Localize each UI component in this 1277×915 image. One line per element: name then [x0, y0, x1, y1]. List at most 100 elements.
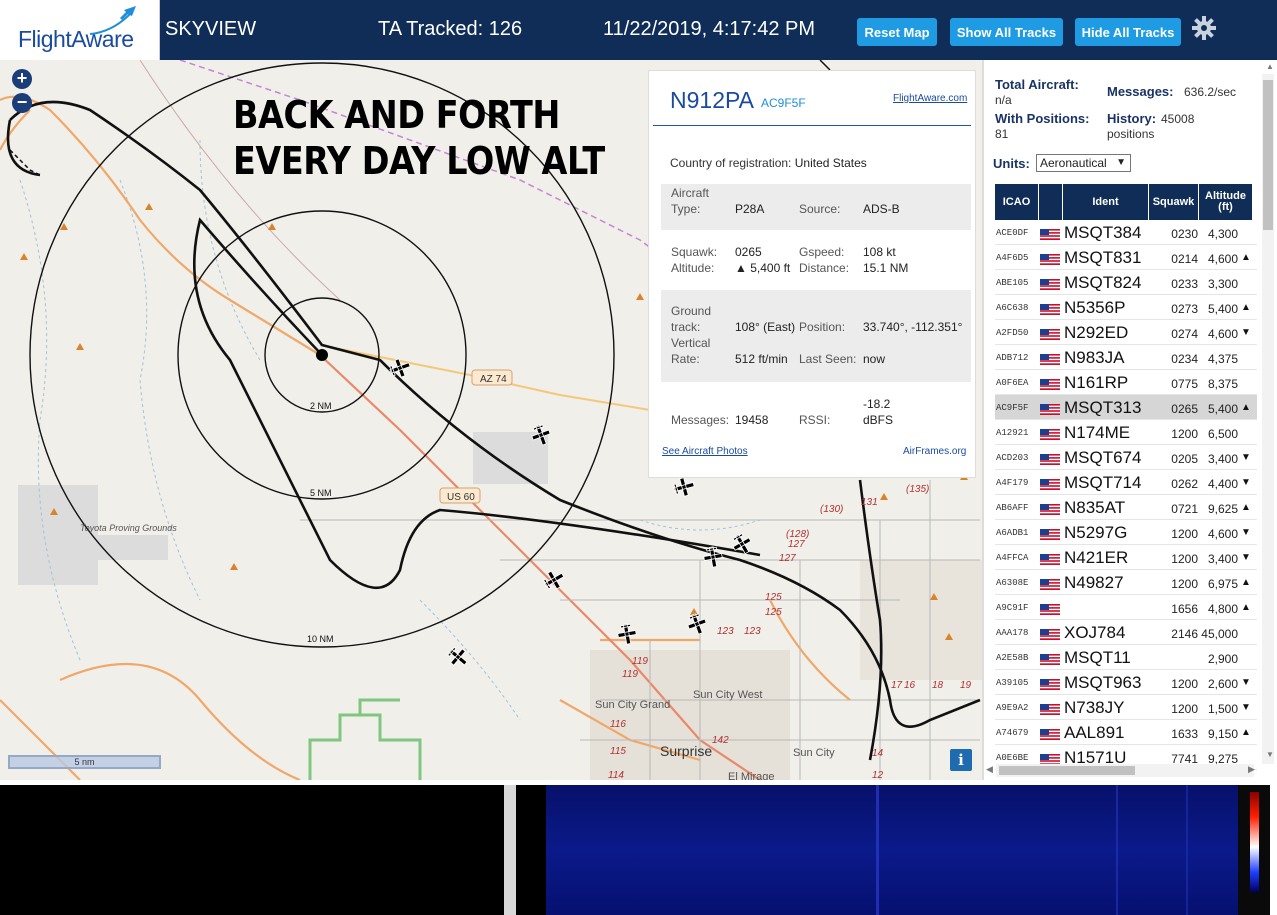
history-unit: positions	[1107, 127, 1155, 141]
units-select[interactable]: Aeronautical ▼	[1036, 154, 1131, 172]
ident-cell: N835AT	[1064, 498, 1126, 517]
ident-cell: MSQT384	[1064, 223, 1142, 242]
ident-cell: MSQT831	[1064, 248, 1142, 267]
table-row[interactable]: AB6AFF N835AT 0721 9,625 ▲	[995, 495, 1257, 520]
altitude-cell: 8,375	[1207, 377, 1238, 391]
with-positions-value: 81	[995, 127, 1009, 141]
table-row[interactable]: A2E58B MSQT11 2,900	[995, 645, 1257, 670]
col-header-altitude[interactable]: Altitude (ft)	[1199, 184, 1253, 220]
ident-cell: N161RP	[1064, 373, 1129, 392]
horizontal-scrollbar[interactable]	[996, 764, 1254, 777]
table-row[interactable]: A0F6EA N161RP 0775 8,375	[995, 370, 1257, 395]
altitude-cell: 5,400	[1207, 302, 1238, 316]
altitude-cell: 9,150	[1207, 727, 1238, 741]
table-row[interactable]: ABE105 MSQT824 0233 3,300	[995, 270, 1257, 295]
rssi-unit: dBFS	[863, 413, 894, 427]
altitude-cell: 9,625	[1207, 502, 1238, 516]
route-number: 123	[744, 626, 761, 637]
divider	[504, 785, 516, 915]
info-icon[interactable]: i	[950, 749, 972, 771]
rssi-label: RSSI:	[799, 413, 831, 427]
table-row[interactable]: A39105 MSQT963 1200 2,600 ▼	[995, 670, 1257, 695]
reset-map-button[interactable]: Reset Map	[857, 18, 937, 46]
logo-text: FlightAware	[18, 26, 134, 52]
gear-icon[interactable]	[1190, 14, 1218, 42]
altitude-cell: 3,300	[1207, 277, 1238, 291]
col-header-flag[interactable]	[1039, 184, 1063, 220]
current-datetime: 11/22/2019, 4:17:42 PM	[603, 18, 816, 40]
show-all-tracks-button[interactable]: Show All Tracks	[950, 18, 1063, 46]
table-row[interactable]: ACE0DF MSQT384 0230 4,300	[995, 220, 1257, 245]
altitude-label: Altitude:	[671, 261, 715, 275]
col-header-icao[interactable]: ICAO	[995, 184, 1039, 220]
altitude-cell: 4,400	[1207, 477, 1238, 491]
history-label: History:	[1107, 111, 1157, 126]
altitude-cell: 3,400	[1207, 552, 1238, 566]
scroll-right-icon[interactable]: ▶	[1248, 764, 1255, 775]
route-number: 19	[960, 680, 972, 691]
table-row[interactable]: A6C638 N5356P 0273 5,400 ▲	[995, 295, 1257, 320]
table-row[interactable]: A9E9A2 N738JY 1200 1,500 ▼	[995, 695, 1257, 720]
col-header-squawk[interactable]: Squawk	[1149, 184, 1199, 220]
icao-cell: A0F6EA	[996, 378, 1029, 388]
table-row[interactable]: A4F6D5 MSQT831 0214 4,600 ▲	[995, 245, 1257, 270]
source-value: ADS-B	[863, 202, 900, 216]
country-value: United States	[794, 156, 867, 170]
us-flag-icon	[1040, 302, 1060, 315]
source-label: Source:	[799, 202, 841, 216]
table-row[interactable]: A4F179 MSQT714 0262 4,400 ▼	[995, 470, 1257, 495]
vertical-scrollbar[interactable]	[1262, 74, 1274, 764]
route-number: (135)	[906, 484, 929, 495]
proving-grounds-area	[18, 485, 98, 585]
squawk-cell: 0775	[1171, 377, 1198, 391]
altitude-trend-icon: ▼	[1241, 677, 1251, 688]
altitude-cell: 2,900	[1207, 652, 1238, 666]
table-row[interactable]: A6308E N49827 1200 6,975 ▲	[995, 570, 1257, 595]
icao-cell: A39105	[996, 678, 1029, 688]
icao-cell: A74679	[996, 728, 1029, 738]
scroll-up-icon[interactable]: ▲	[1266, 62, 1274, 71]
hide-all-tracks-button[interactable]: Hide All Tracks	[1075, 18, 1181, 46]
us-flag-icon	[1040, 502, 1060, 515]
table-row[interactable]: A74679 AAL891 1633 9,150 ▲	[995, 720, 1257, 745]
table-row[interactable]: A9C91F 1656 4,800 ▲	[995, 595, 1257, 620]
us-flag-icon	[1040, 377, 1060, 390]
scroll-thumb[interactable]	[1263, 80, 1273, 230]
gspeed-value: 108 kt	[863, 245, 896, 259]
map-scale-bar: 5 nm	[8, 755, 161, 769]
aircraft-photos-link[interactable]: See Aircraft Photos	[662, 446, 748, 457]
place-label: Sun City	[793, 747, 835, 759]
table-row[interactable]: ADB712 N983JA 0234 4,375	[995, 345, 1257, 370]
total-aircraft-label: Total Aircraft:	[995, 77, 1079, 92]
zoom-in-button[interactable]: +	[12, 69, 32, 89]
table-row[interactable]: A6ADB1 N5297G 1200 4,600 ▼	[995, 520, 1257, 545]
road-label-us60: US 60	[447, 492, 475, 503]
us-flag-icon	[1040, 352, 1060, 365]
table-row[interactable]: ACD203 MSQT674 0205 3,400 ▼	[995, 445, 1257, 470]
us-flag-icon	[1040, 452, 1060, 465]
scroll-thumb[interactable]	[999, 766, 1135, 775]
altitude-trend-icon: ▲	[1241, 577, 1251, 588]
altitude-cell: 4,600	[1207, 527, 1238, 541]
altitude-cell: 3,400	[1207, 452, 1238, 466]
aircraft-type-block: Aircraft Type: P28A Source: ADS-B	[661, 184, 971, 230]
table-row[interactable]: A2FD50 N292ED 0274 4,600 ▼	[995, 320, 1257, 345]
table-row[interactable]: A12921 N174ME 1200 6,500	[995, 420, 1257, 445]
altitude-cell: 4,800	[1207, 602, 1238, 616]
col-header-ident[interactable]: Ident	[1063, 184, 1149, 220]
track-block: Ground track: 108° (East) Position: 33.7…	[661, 290, 971, 382]
icao-cell: ACD203	[996, 453, 1029, 463]
scroll-left-icon[interactable]: ◀	[986, 764, 993, 775]
last-seen-label: Last Seen:	[799, 352, 857, 366]
table-row[interactable]: AAA178 XOJ784 2146 45,000	[995, 620, 1257, 645]
zoom-out-button[interactable]: −	[12, 93, 32, 113]
flightaware-link[interactable]: FlightAware.com	[893, 93, 967, 104]
flightaware-logo[interactable]: FlightAware	[0, 0, 160, 60]
scroll-down-icon[interactable]: ▼	[1266, 750, 1274, 759]
altitude-cell: 4,600	[1207, 327, 1238, 341]
airframes-link[interactable]: AirFrames.org	[903, 446, 966, 457]
receiver-marker	[316, 349, 328, 361]
table-row[interactable]: AC9F5F MSQT313 0265 5,400 ▲	[995, 395, 1257, 420]
units-value: Aeronautical	[1040, 156, 1107, 170]
table-row[interactable]: A4FFCA N421ER 1200 3,400 ▼	[995, 545, 1257, 570]
